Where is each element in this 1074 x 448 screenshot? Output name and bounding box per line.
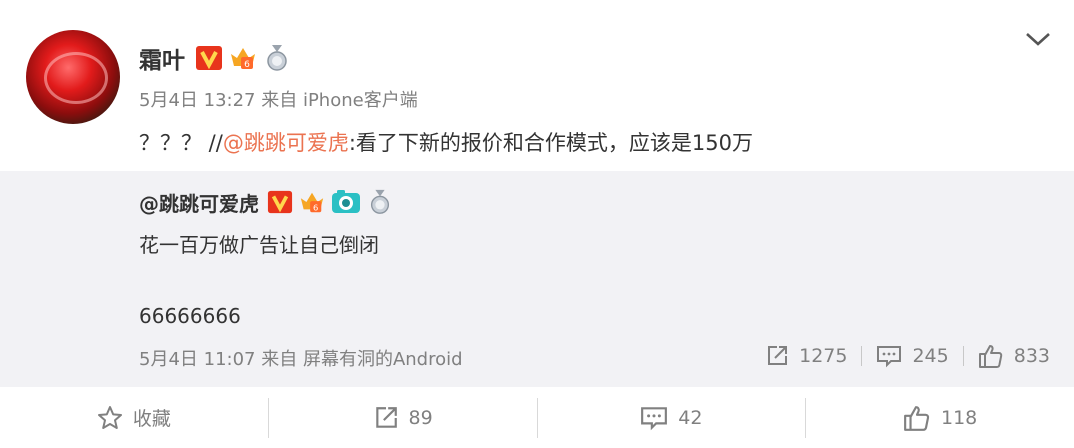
favorite-label: 收藏 bbox=[132, 408, 171, 430]
verified-v-icon[interactable] bbox=[195, 44, 223, 72]
repost-text-line: 66666666 bbox=[139, 304, 241, 328]
svg-text:6: 6 bbox=[313, 202, 318, 212]
share-icon bbox=[768, 346, 788, 365]
svg-text:6: 6 bbox=[244, 60, 250, 70]
repost-source: 来自 屏幕有洞的Android bbox=[261, 349, 463, 370]
verified-v-icon[interactable] bbox=[267, 189, 293, 215]
forward-count: 89 bbox=[408, 406, 433, 429]
share-icon bbox=[375, 406, 397, 428]
repost-forward-button[interactable]: 1275 bbox=[765, 344, 847, 368]
member-crown-icon[interactable]: 6 bbox=[299, 189, 325, 215]
author-name[interactable]: 霜叶 bbox=[139, 41, 185, 75]
post-text: ？？？ //@跳跳可爱虎:看了下新的报价和合作模式，应该是150万 bbox=[139, 127, 753, 157]
thumbs-up-icon bbox=[904, 405, 930, 431]
repost-stats: 1275 245 833 bbox=[765, 341, 1050, 371]
divider bbox=[962, 346, 964, 366]
camera-icon[interactable] bbox=[331, 189, 361, 215]
post-meta: 5月4日 13:27 来自 iPhone客户端 bbox=[139, 86, 418, 112]
repost-author-name[interactable]: @跳跳可爱虎 bbox=[139, 188, 259, 217]
avatar[interactable] bbox=[26, 30, 120, 124]
medal-icon[interactable] bbox=[367, 189, 393, 215]
comment-button[interactable]: 42 bbox=[538, 387, 806, 448]
repost-forward-count: 1275 bbox=[799, 345, 848, 367]
post-source: 来自 iPhone客户端 bbox=[261, 90, 418, 111]
star-icon bbox=[97, 405, 122, 429]
favorite-button[interactable]: 收藏 bbox=[0, 387, 268, 448]
comment-count: 42 bbox=[678, 406, 703, 429]
post-text-suffix: :看了下新的报价和合作模式，应该是150万 bbox=[348, 131, 753, 155]
comment-icon bbox=[641, 406, 668, 430]
mention-link[interactable]: @跳跳可爱虎 bbox=[223, 131, 349, 155]
repost-like-button[interactable]: 833 bbox=[978, 343, 1050, 369]
repost-text-line: 花一百万做广告让自己倒闭 bbox=[139, 233, 379, 257]
comment-icon bbox=[877, 346, 902, 368]
thumbs-up-icon bbox=[978, 345, 1002, 368]
action-bar: 收藏 89 42 118 bbox=[0, 387, 1074, 448]
repost-author-row: @跳跳可爱虎 6 bbox=[139, 185, 399, 219]
post-text-prefix: ？？？ // bbox=[139, 131, 223, 155]
repost-time[interactable]: 5月4日 11:07 bbox=[139, 349, 256, 370]
chevron-down-icon[interactable] bbox=[1024, 28, 1052, 50]
repost-like-count: 833 bbox=[1013, 345, 1050, 367]
forward-button[interactable]: 89 bbox=[269, 387, 537, 448]
member-crown-icon[interactable]: 6 bbox=[229, 44, 257, 72]
medal-icon[interactable] bbox=[263, 44, 291, 72]
divider bbox=[861, 346, 863, 366]
author-row: 霜叶 6 bbox=[139, 40, 297, 76]
repost-card[interactable]: @跳跳可爱虎 6 花一百万做广告让自己倒闭 66666666 5月4日 11:0… bbox=[0, 171, 1074, 387]
like-button[interactable]: 118 bbox=[806, 387, 1074, 448]
like-count: 118 bbox=[940, 406, 978, 429]
repost-comment-button[interactable]: 245 bbox=[876, 344, 949, 368]
repost-meta: 5月4日 11:07 来自 屏幕有洞的Android bbox=[139, 345, 463, 371]
repost-comment-count: 245 bbox=[912, 345, 949, 367]
post-time[interactable]: 5月4日 13:27 bbox=[139, 90, 256, 111]
